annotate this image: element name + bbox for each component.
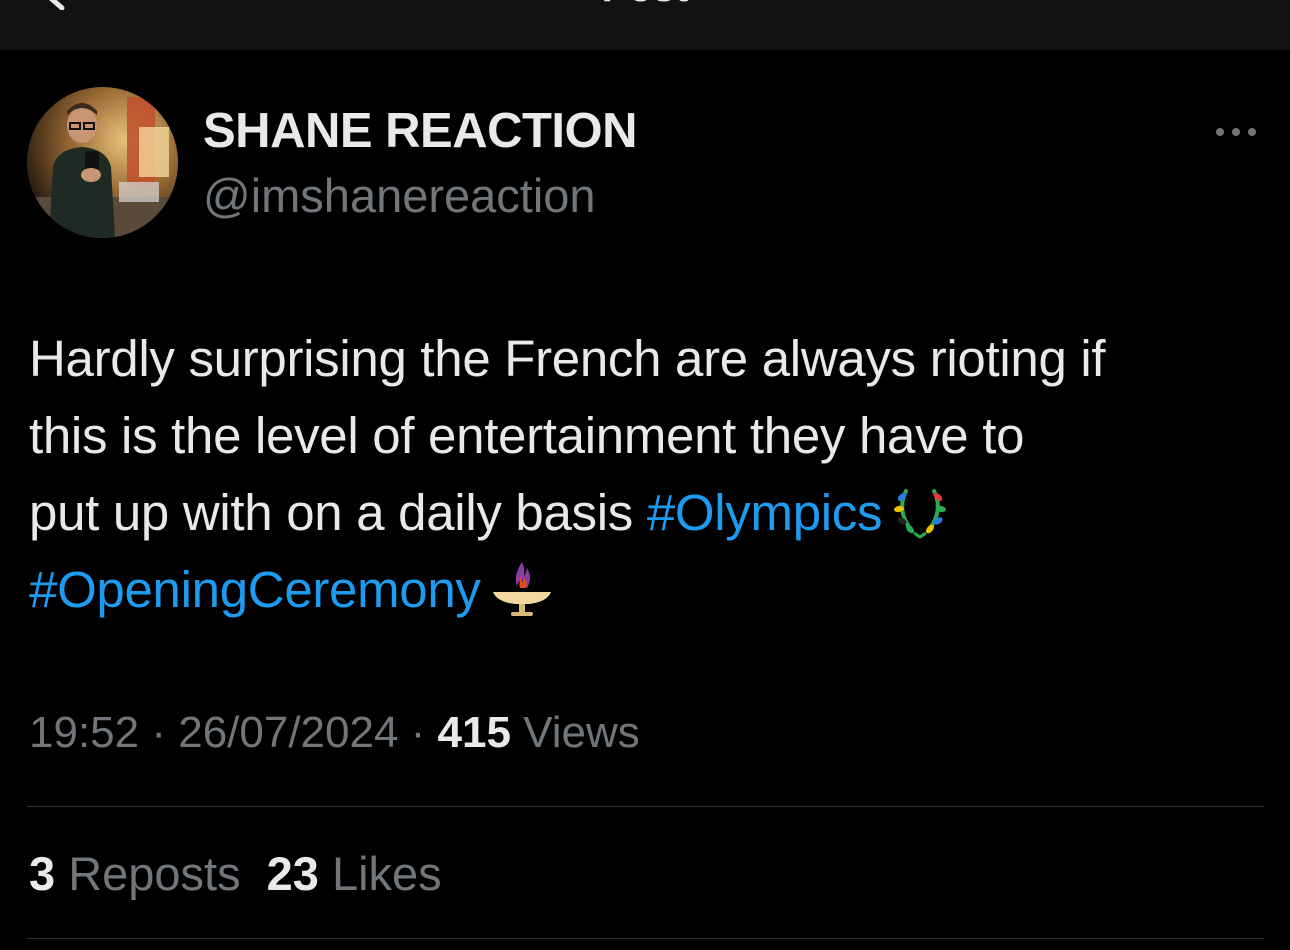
hashtag-link[interactable]: #Olympics xyxy=(647,484,883,541)
reposts-stat[interactable]: 3 Reposts xyxy=(29,846,241,901)
avatar-photo xyxy=(27,87,178,238)
hashtag-link[interactable]: #OpeningCeremony xyxy=(29,561,481,618)
author-handle[interactable]: @imshanereaction xyxy=(203,168,596,223)
separator: · xyxy=(139,708,179,757)
tweet-meta: 19:52 · 26/07/2024 · 415 Views xyxy=(29,708,640,758)
tweet-line: put up with on a daily basis #Olympics xyxy=(29,474,1269,551)
tweet-time[interactable]: 19:52 xyxy=(29,708,139,757)
engagement-stats: 3 Reposts 23 Likes xyxy=(29,846,442,901)
divider xyxy=(27,938,1264,939)
likes-label: Likes xyxy=(318,847,442,900)
tweet-line: Hardly surprising the French are always … xyxy=(29,330,1106,387)
divider xyxy=(27,806,1264,807)
avatar[interactable] xyxy=(27,87,178,238)
tweet-text: Hardly surprising the French are always … xyxy=(29,320,1269,628)
laurel-wreath-icon xyxy=(894,488,947,539)
views-label: Views xyxy=(510,708,640,757)
tweet-line: #OpeningCeremony xyxy=(29,551,1269,628)
tweet-line: this is the level of entertainment they … xyxy=(29,407,1025,464)
olympic-cauldron-icon xyxy=(492,561,551,616)
author-display-name[interactable]: SHANE REACTION xyxy=(203,103,638,159)
tweet-line-text: put up with on a daily basis xyxy=(29,484,647,541)
reposts-label: Reposts xyxy=(55,847,241,900)
likes-stat[interactable]: 23 Likes xyxy=(267,846,442,901)
likes-count: 23 xyxy=(266,847,319,900)
separator: · xyxy=(398,708,438,757)
views-count: 415 xyxy=(437,708,511,757)
more-horizontal-icon[interactable] xyxy=(1212,118,1260,146)
page-title: Post xyxy=(0,0,1290,11)
tweet-date[interactable]: 26/07/2024 xyxy=(178,708,398,757)
top-bar: Post xyxy=(0,0,1290,50)
reposts-count: 3 xyxy=(29,847,56,900)
